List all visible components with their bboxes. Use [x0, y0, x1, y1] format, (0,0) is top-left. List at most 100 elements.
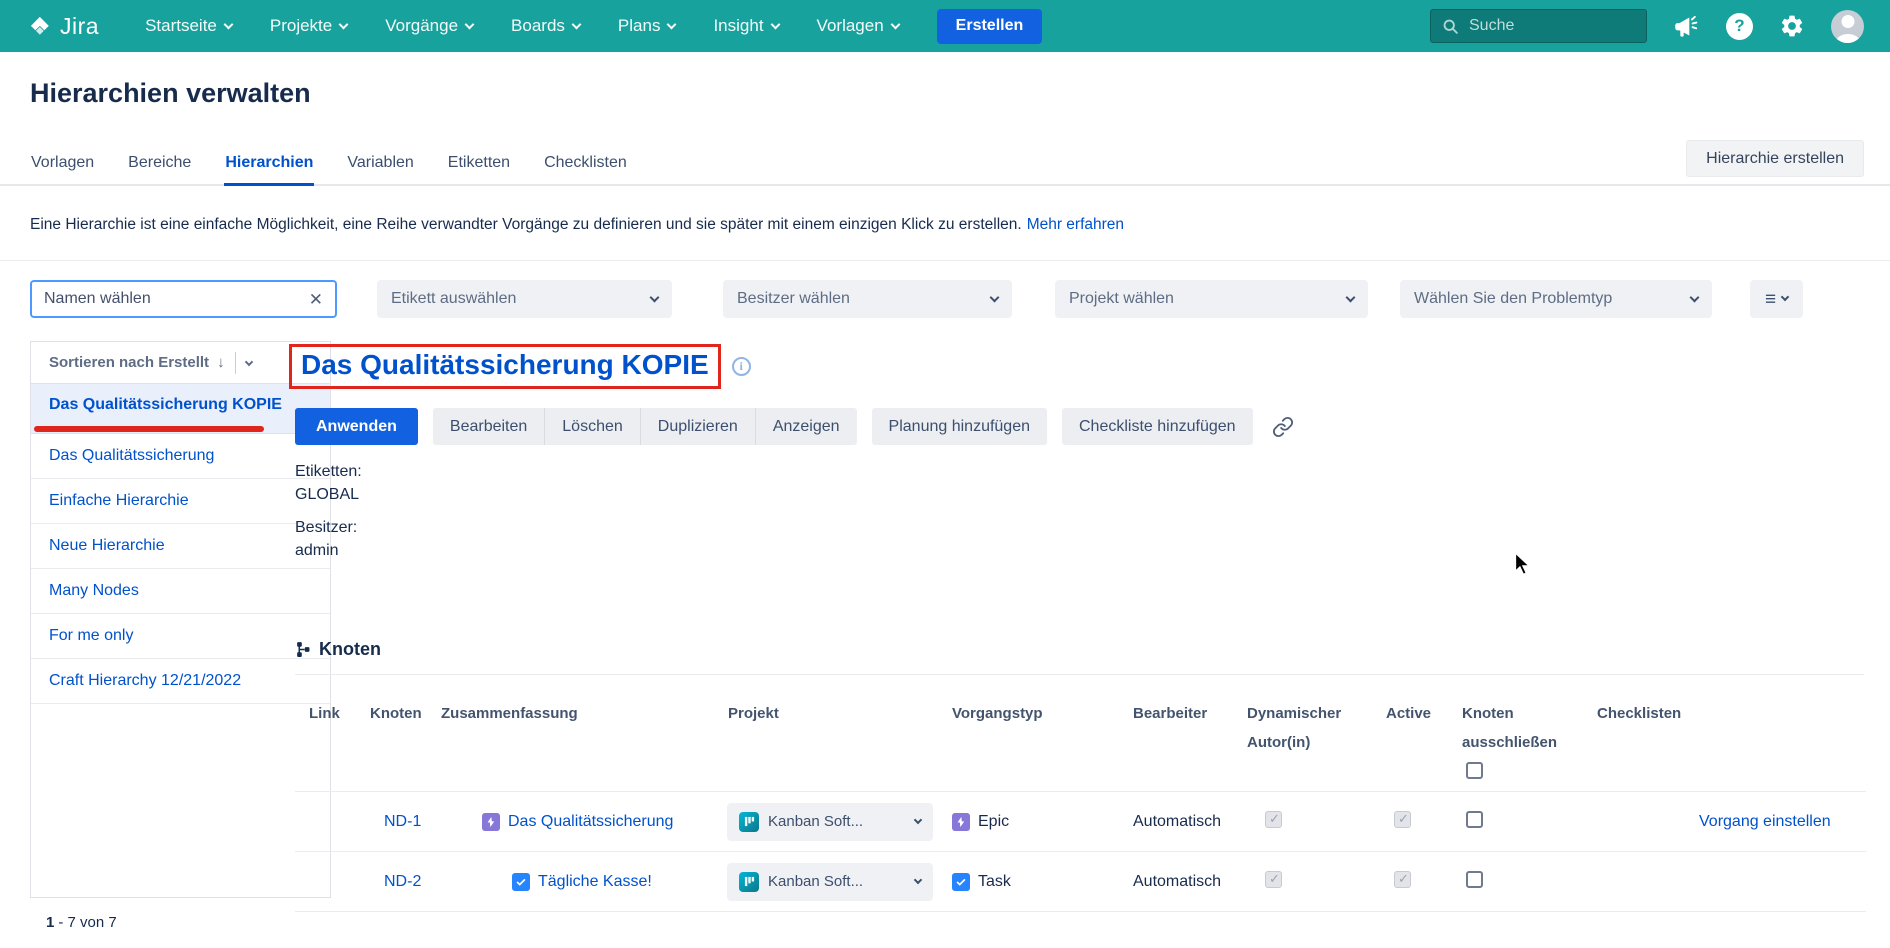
sort-direction-icon[interactable]: ↓ — [217, 354, 225, 371]
exclude-all-checkbox[interactable] — [1466, 762, 1483, 779]
summary-cell: Das Qualitätssicherung — [441, 813, 727, 831]
sidebar-item[interactable]: Das Qualitätssicherung — [31, 434, 330, 479]
gear-icon[interactable] — [1779, 13, 1805, 39]
summary-link[interactable]: Tägliche Kasse! — [538, 873, 652, 891]
chevron-down-icon — [1346, 292, 1356, 302]
chevron-down-icon — [223, 19, 233, 29]
sort-dropdown[interactable]: Sortieren nach Erstellt ↓ — [31, 342, 330, 384]
global-search[interactable] — [1430, 9, 1647, 43]
sidebar-item[interactable]: Einfache Hierarchie — [31, 479, 330, 524]
labels-label: Etiketten: — [295, 460, 362, 483]
dynamic-author-checkbox — [1265, 811, 1282, 828]
page-description: Eine Hierarchie ist eine einfache Möglic… — [30, 216, 1124, 234]
exclude-checkbox[interactable] — [1466, 811, 1483, 828]
editor-cell: Automatisch — [1133, 813, 1247, 831]
project-cell: Kanban Soft... — [727, 863, 952, 901]
col-checklisten: Checklisten — [1597, 699, 1866, 728]
jira-logo[interactable]: Jira — [26, 13, 99, 40]
sidebar-item[interactable]: Neue Hierarchie — [31, 524, 330, 569]
epic-icon — [952, 813, 970, 831]
clear-icon[interactable]: ✕ — [309, 291, 323, 308]
nodes-section-heading: Knoten — [295, 639, 381, 660]
nav-item-vorlagen[interactable]: Vorlagen — [817, 16, 899, 36]
navbar-right: ? — [1430, 9, 1864, 43]
owner-value: admin — [295, 539, 362, 562]
add-plan-button[interactable]: Planung hinzufügen — [872, 408, 1047, 445]
page-title: Hierarchien verwalten — [30, 78, 311, 109]
learn-more-link[interactable]: Mehr erfahren — [1027, 216, 1124, 233]
issuetype-filter-select[interactable]: Wählen Sie den Problemtyp — [1400, 280, 1712, 318]
chevron-down-icon — [465, 19, 475, 29]
node-key-link[interactable]: ND-1 — [370, 813, 441, 831]
detail-meta: Etiketten: GLOBAL Besitzer: admin — [295, 460, 362, 562]
permalink-icon[interactable] — [1268, 412, 1298, 442]
owner-label: Besitzer: — [295, 516, 362, 539]
tab-vorlagen[interactable]: Vorlagen — [30, 152, 95, 184]
announcements-icon[interactable] — [1673, 13, 1700, 40]
task-icon — [512, 873, 530, 891]
chevron-down-icon — [914, 875, 922, 883]
tab-checklisten[interactable]: Checklisten — [543, 152, 628, 184]
table-row-nd1: ND-1 Das Qualitätssicherung Kanban Soft.… — [295, 792, 1866, 852]
nav-item-insight[interactable]: Insight — [713, 16, 778, 36]
main-navigation: Startseite Projekte Vorgänge Boards Plan… — [145, 16, 899, 36]
detail-header: Das Qualitätssicherung KOPIE — [289, 344, 751, 389]
create-button[interactable]: Erstellen — [937, 9, 1043, 44]
create-hierarchy-button[interactable]: Hierarchie erstellen — [1686, 140, 1864, 177]
edit-button[interactable]: Bearbeiten — [433, 408, 544, 445]
project-select[interactable]: Kanban Soft... — [727, 863, 933, 901]
table-row-nd2: ND-2 Tägliche Kasse! Kanban Soft... Task… — [295, 852, 1866, 912]
nav-item-startseite[interactable]: Startseite — [145, 16, 232, 36]
tab-etiketten[interactable]: Etiketten — [447, 152, 511, 184]
dynamic-author-cell — [1247, 871, 1386, 893]
node-key-link[interactable]: ND-2 — [370, 873, 441, 891]
col-active: Active — [1386, 699, 1462, 728]
help-icon[interactable]: ? — [1726, 13, 1753, 40]
nav-item-vorgaenge[interactable]: Vorgänge — [385, 16, 473, 36]
search-input[interactable] — [1469, 17, 1635, 35]
issuetype-cell: Task — [952, 873, 1133, 891]
nav-item-plans[interactable]: Plans — [618, 16, 676, 36]
tab-variablen[interactable]: Variablen — [346, 152, 414, 184]
tab-bereiche[interactable]: Bereiche — [127, 152, 192, 184]
info-icon[interactable] — [732, 357, 751, 376]
annotation-red-underline — [34, 426, 264, 432]
nodes-table-header: Link Knoten Zusammenfassung Projekt Vorg… — [295, 676, 1866, 792]
owner-filter-select[interactable]: Besitzer wählen — [723, 280, 1012, 318]
delete-button[interactable]: Löschen — [544, 408, 640, 445]
set-issue-link[interactable]: Vorgang einstellen — [1699, 813, 1831, 830]
add-checklist-button[interactable]: Checkliste hinzufügen — [1062, 408, 1253, 445]
nav-item-projekte[interactable]: Projekte — [270, 16, 347, 36]
list-options-menu-button[interactable]: ≡ — [1750, 280, 1803, 318]
summary-link[interactable]: Das Qualitätssicherung — [508, 813, 673, 831]
section-divider — [0, 260, 1890, 261]
name-filter-input[interactable] — [44, 290, 301, 308]
duplicate-button[interactable]: Duplizieren — [640, 408, 755, 445]
name-filter-field[interactable]: ✕ — [30, 280, 337, 318]
tab-hierarchien[interactable]: Hierarchien — [224, 152, 314, 186]
hamburger-icon: ≡ — [1765, 290, 1776, 309]
project-filter-select[interactable]: Projekt wählen — [1055, 280, 1368, 318]
sidebar-item-selected[interactable]: Das Qualitätssicherung KOPIE — [31, 384, 330, 434]
col-knoten: Knoten — [370, 699, 441, 728]
hierarchy-list-sidebar: Sortieren nach Erstellt ↓ Das Qualitätss… — [30, 341, 331, 898]
hierarchy-icon — [295, 641, 312, 658]
mouse-cursor — [1514, 552, 1536, 581]
active-cell — [1386, 811, 1462, 833]
dynamic-author-cell — [1247, 811, 1386, 833]
labels-value: GLOBAL — [295, 483, 362, 506]
sidebar-item[interactable]: Craft Hierarchy 12/21/2022 — [31, 659, 330, 704]
show-button[interactable]: Anzeigen — [755, 408, 857, 445]
exclude-checkbox[interactable] — [1466, 871, 1483, 888]
search-icon — [1442, 18, 1459, 35]
nav-item-boards[interactable]: Boards — [511, 16, 580, 36]
project-select[interactable]: Kanban Soft... — [727, 803, 933, 841]
sidebar-item[interactable]: Many Nodes — [31, 569, 330, 614]
apply-button[interactable]: Anwenden — [295, 408, 418, 445]
user-avatar[interactable] — [1831, 10, 1864, 43]
chevron-down-icon — [890, 19, 900, 29]
chevron-down-icon[interactable] — [244, 357, 252, 365]
label-filter-select[interactable]: Etikett auswählen — [377, 280, 672, 318]
nodes-table: Link Knoten Zusammenfassung Projekt Vorg… — [295, 676, 1866, 912]
sidebar-item[interactable]: For me only — [31, 614, 330, 659]
